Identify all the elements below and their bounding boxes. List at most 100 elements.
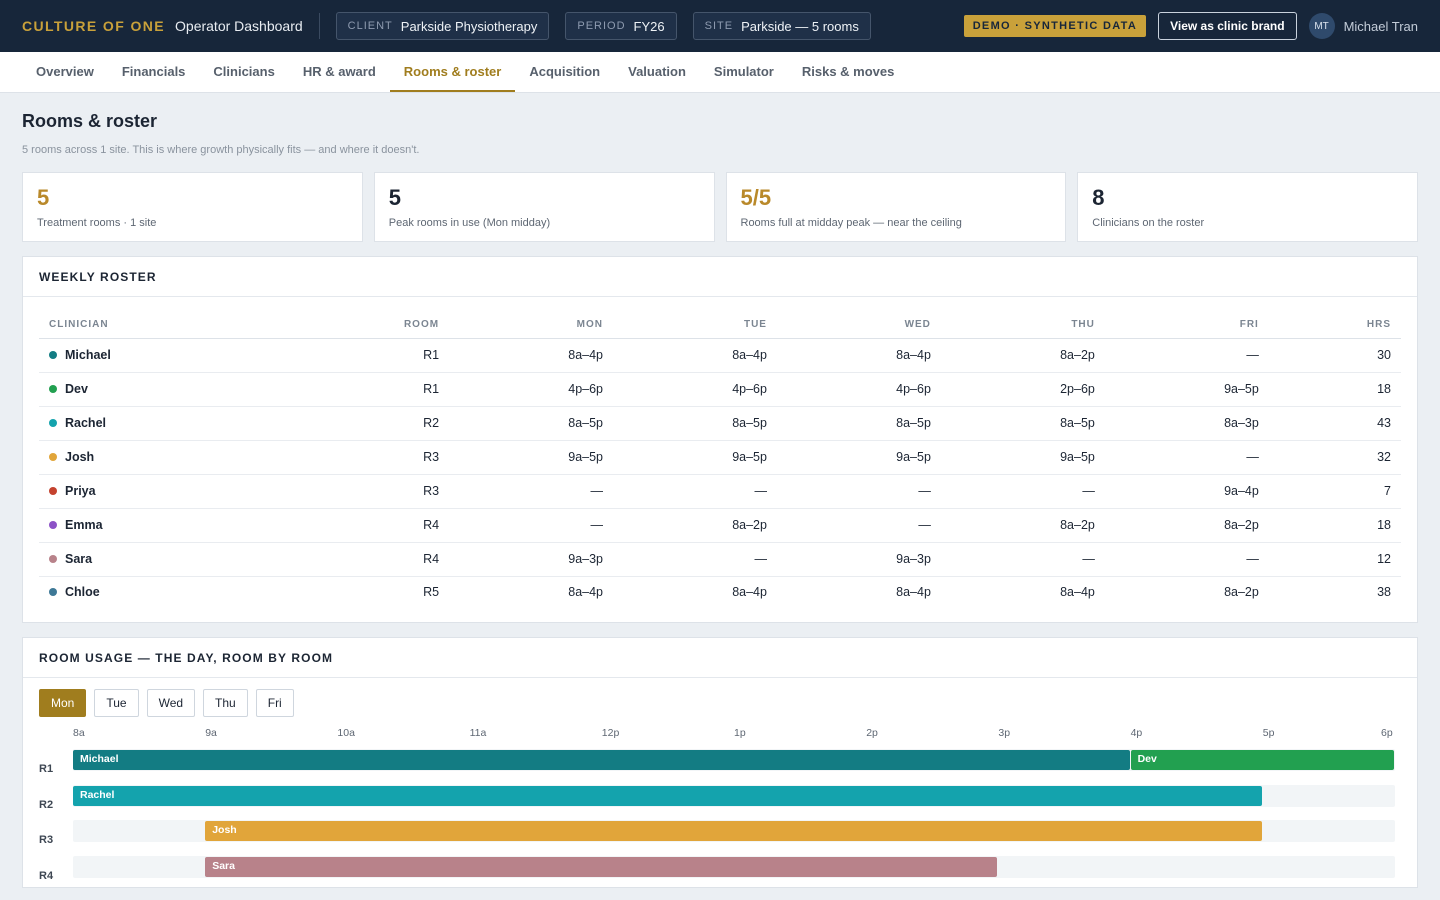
roster-header-row: CLINICIAN ROOM MON TUE WED THU FRI HRS [39, 311, 1401, 339]
avatar[interactable]: MT [1308, 13, 1335, 39]
room-cell: R3 [284, 474, 450, 509]
room-cell: R2 [284, 406, 450, 441]
shift-cell: 2p–6p [940, 372, 1105, 407]
clinician-name: Emma [65, 518, 103, 532]
room-cell: R4 [284, 508, 450, 543]
kpi-label: Treatment rooms · 1 site [37, 217, 157, 229]
day-button-thu[interactable]: Thu [203, 689, 248, 717]
table-row: Michael R1 8a–4p 8a–4p 8a–4p 8a–2p —30 [39, 338, 1401, 373]
shift-cell: — [776, 474, 941, 509]
site-key: SITE [704, 20, 734, 32]
weekly-roster-card: WEEKLY ROSTER CLINICIAN ROOM MON TUE WED THU F… [22, 256, 1418, 623]
room-booking-bar[interactable]: Michael [73, 750, 1130, 770]
period-key: PERIOD [577, 20, 626, 32]
shift-cell: 8a–5p [940, 406, 1105, 441]
room-track: Sara [73, 855, 1395, 878]
room-booking-bar[interactable]: Dev [1130, 750, 1394, 770]
kpi-card: 5 Treatment rooms · 1 site [22, 172, 363, 242]
shift-cell: 8a–4p [1060, 585, 1095, 600]
shift-cell: 9a–5p [940, 440, 1105, 475]
page-subtitle: 5 rooms across 1 site. This is where gro… [22, 144, 420, 156]
clinician-name: Dev [65, 382, 88, 396]
tab-risks-and-moves[interactable]: Risks & moves [788, 52, 909, 92]
tab-simulator[interactable]: Simulator [700, 52, 788, 92]
room-usage-timeline: 8a 9a 10a 11a 12p 1p 2p 3p 4p 5p 6p R1 Michael Dev R2 R… [39, 727, 1401, 887]
site-selector[interactable]: SITE Parkside — 5 rooms [692, 12, 871, 40]
day-button-wed[interactable]: Wed [146, 689, 196, 717]
kpi-label: Clinicians on the roster [1092, 217, 1205, 229]
clinician-color-dot [49, 555, 57, 563]
view-as-clinic-brand-button[interactable]: View as clinic brand [1158, 12, 1297, 40]
tab-financials[interactable]: Financials [108, 52, 200, 92]
shift-cell: 8a–2p [613, 508, 777, 543]
tab-hr-and-award[interactable]: HR & award [289, 52, 390, 92]
kpi-value: 5 [388, 185, 401, 210]
clinician-color-dot [49, 351, 57, 359]
client-selector[interactable]: CLIENT Parkside Physiotherapy [335, 12, 550, 40]
tab-rooms-and-roster[interactable]: Rooms & roster [389, 52, 516, 92]
shift-cell: 8a–5p [449, 406, 614, 441]
time-tick-label: 9a [205, 727, 217, 739]
shift-cell: 9a–5p [1104, 372, 1269, 407]
room-booking-bar[interactable]: Josh [205, 821, 1262, 841]
top-bar: CULTURE OF ONE Operator Dashboard CLIENT… [0, 0, 1440, 52]
clinician-name: Michael [65, 348, 111, 362]
clinician-name: Priya [65, 484, 96, 498]
user-name[interactable]: Michael Tran [1344, 19, 1418, 34]
page-title: Rooms & roster [22, 111, 158, 131]
time-tick-label: 11a [469, 727, 487, 739]
table-row: Priya R3— — — —9a–4p 7 [39, 474, 1401, 509]
tab-clinicians[interactable]: Clinicians [199, 52, 288, 92]
clinician-color-dot [49, 453, 57, 461]
kpi-value: 5 [37, 185, 50, 210]
shift-cell: 8a–5p [613, 406, 777, 441]
room-booking-bar[interactable]: Rachel [73, 785, 1262, 806]
hours-cell: 43 [1268, 406, 1401, 441]
tab-overview[interactable]: Overview [22, 52, 108, 92]
shift-cell: 9a–3p [449, 542, 614, 577]
column-header-mon: MON [449, 311, 614, 339]
room-label: R3 [39, 834, 54, 846]
room-track: Rachel [73, 784, 1395, 807]
period-selector[interactable]: PERIOD FY26 [565, 12, 677, 40]
room-track: Michael Dev [73, 749, 1395, 771]
room-cell: R5 [423, 585, 440, 600]
clinician-color-dot [49, 487, 57, 495]
table-row: Chloe R5 8a–4p 8a–4p 8a–4p 8a–4p 8a–2p 38 [39, 576, 1401, 608]
site-value: Parkside — 5 rooms [741, 18, 859, 34]
clinician-name: Chloe [65, 585, 100, 600]
shift-cell: 9a–4p [1104, 474, 1269, 509]
time-tick-label: 3p [998, 727, 1011, 739]
table-row: Emma R4—8a–2p —8a–2p 8a–2p 18 [39, 508, 1401, 543]
room-cell: R1 [284, 372, 450, 407]
kpi-card: 8 Clinicians on the roster [1077, 172, 1418, 242]
kpi-row: 5 Treatment rooms · 1 site 5 Peak rooms in … [22, 172, 1418, 242]
main-nav: Overview Financials Clinicians HR & award Ro… [0, 52, 1440, 93]
hours-cell: 7 [1268, 474, 1401, 509]
brand-logo[interactable]: CULTURE OF ONE [22, 18, 165, 34]
shift-cell: 4p–6p [449, 372, 614, 407]
time-tick-label: 1p [734, 727, 746, 739]
clinician-color-dot [49, 419, 57, 427]
day-button-tue[interactable]: Tue [94, 689, 139, 717]
day-button-fri[interactable]: Fri [255, 689, 294, 717]
room-label: R1 [39, 763, 54, 775]
kpi-label: Rooms full at midday peak — near the cei… [740, 217, 962, 229]
day-button-mon[interactable]: Mon [39, 689, 87, 717]
room-booking-bar[interactable]: Sara [205, 856, 998, 877]
hours-cell: 32 [1268, 440, 1401, 475]
client-key: CLIENT [347, 20, 393, 32]
tab-acquisition[interactable]: Acquisition [515, 52, 614, 92]
clinician-cell: Josh [39, 440, 285, 475]
table-row: Sara R4 9a–3p —9a–3p — —12 [39, 542, 1401, 577]
clinician-color-dot [49, 521, 57, 529]
kpi-card: 5 Peak rooms in use (Mon midday) [373, 172, 715, 242]
shift-cell: 9a–5p [776, 440, 941, 475]
tab-valuation[interactable]: Valuation [614, 52, 700, 92]
time-tick-label: 2p [866, 727, 878, 739]
hours-cell: 18 [1268, 372, 1401, 407]
day-selector: Mon Tue Wed Thu Fri [39, 689, 1401, 717]
room-usage-title: ROOM USAGE — THE DAY, ROOM BY ROOM [23, 638, 1417, 678]
room-cell: R3 [284, 440, 450, 475]
column-header-hrs: HRS [1268, 311, 1401, 339]
